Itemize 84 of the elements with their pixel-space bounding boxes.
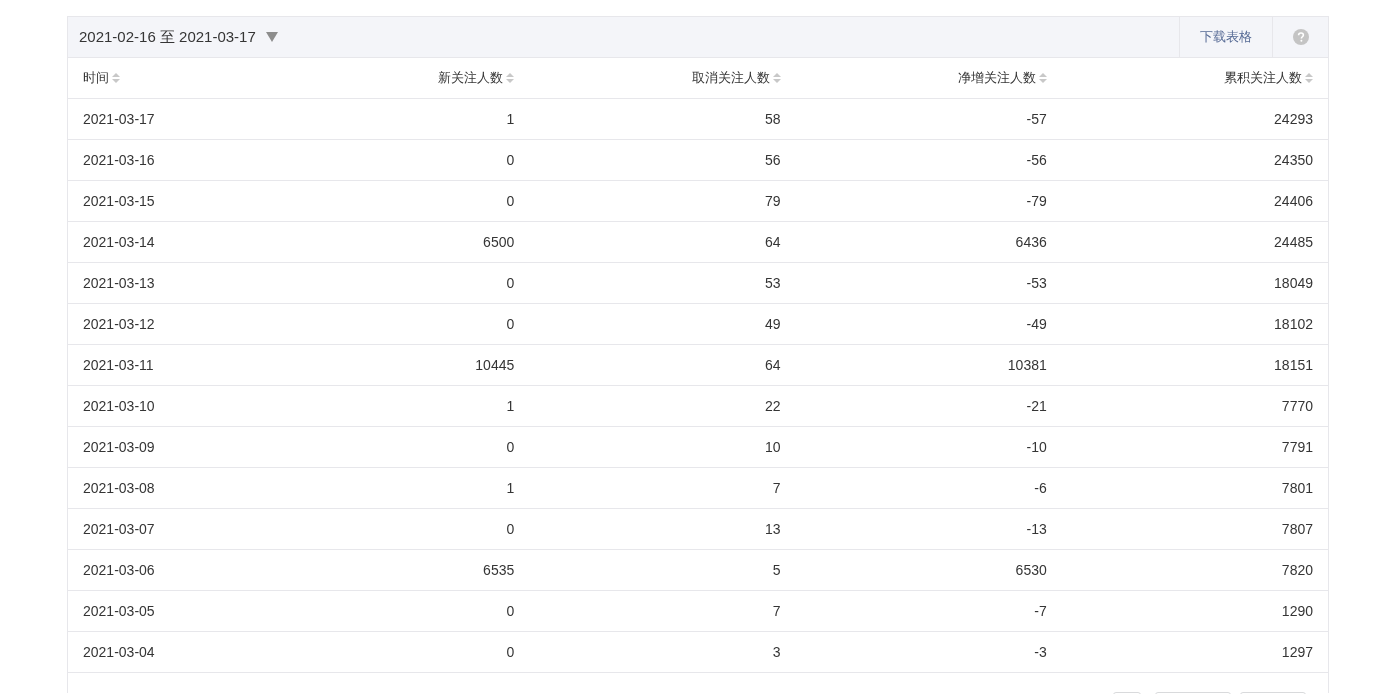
- table-cell: -21: [1026, 397, 1047, 414]
- table-cell: 7801: [1281, 479, 1313, 496]
- table-cell: 7820: [1281, 561, 1313, 578]
- column-header[interactable]: 净增关注人数: [957, 68, 1036, 88]
- table-cell: 64: [764, 233, 781, 250]
- table-cell: 18151: [1274, 356, 1313, 373]
- table-cell: 0: [506, 520, 515, 537]
- table-cell: 18049: [1274, 274, 1313, 291]
- sort-icon: [1038, 72, 1047, 84]
- table-cell: 53: [764, 274, 781, 291]
- table-cell: 7: [772, 479, 781, 496]
- column-header[interactable]: 新关注人数: [438, 68, 504, 88]
- table-cell: 1: [506, 479, 515, 496]
- table-cell: 22: [764, 397, 781, 414]
- table-cell: 24485: [1274, 233, 1313, 250]
- table-cell: 2021-03-09: [83, 438, 155, 455]
- table-cell: -10: [1026, 438, 1047, 455]
- table-cell: 2021-03-06: [83, 561, 155, 578]
- table-cell: 1297: [1281, 643, 1313, 660]
- table-cell: -13: [1026, 520, 1047, 537]
- table-cell: 0: [506, 192, 515, 209]
- table-cell: 1: [506, 110, 515, 127]
- table-cell: 2021-03-14: [83, 233, 155, 250]
- table-cell: 2021-03-12: [83, 315, 155, 332]
- column-header[interactable]: 累积关注人数: [1224, 68, 1302, 88]
- sort-icon: [1305, 72, 1313, 84]
- table-cell: 2021-03-15: [83, 192, 155, 209]
- table-cell: 49: [764, 315, 781, 332]
- sort-icon: [772, 72, 781, 84]
- table-cell: 10445: [475, 356, 515, 373]
- table-cell: 2021-03-04: [83, 643, 155, 660]
- table-cell: 7791: [1281, 438, 1313, 455]
- table-cell: 13: [764, 520, 781, 537]
- table-cell: -53: [1026, 274, 1047, 291]
- table-cell: 56: [764, 151, 781, 168]
- table-cell: 5: [772, 561, 781, 578]
- column-header[interactable]: 时间: [83, 68, 109, 88]
- table-cell: 0: [506, 315, 515, 332]
- table-cell: -79: [1026, 192, 1047, 209]
- table-cell: 2021-03-07: [83, 520, 155, 537]
- table-cell: 2021-03-10: [83, 397, 155, 414]
- download-link[interactable]: 下载表格: [1179, 17, 1272, 57]
- table-cell: 2021-03-16: [83, 151, 155, 168]
- table-cell: 6436: [1015, 233, 1047, 250]
- table-cell: 24406: [1274, 192, 1313, 209]
- table-cell: 2021-03-05: [83, 602, 155, 619]
- table-cell: 1290: [1281, 602, 1313, 619]
- table-cell: 24293: [1274, 110, 1313, 127]
- table-cell: 6535: [483, 561, 515, 578]
- table-cell: -49: [1026, 315, 1047, 332]
- table-cell: 79: [764, 192, 781, 209]
- table-cell: -56: [1026, 151, 1047, 168]
- table-cell: 10381: [1007, 356, 1047, 373]
- sort-icon: [112, 72, 120, 84]
- date-range-dropdown[interactable]: 2021-02-16 至 2021-03-17: [68, 17, 278, 57]
- table-cell: 58: [764, 110, 781, 127]
- sort-icon: [506, 72, 515, 84]
- table-cell: 2021-03-11: [83, 356, 154, 373]
- table-cell: -3: [1034, 643, 1047, 660]
- table-cell: 64: [764, 356, 781, 373]
- table-cell: 0: [506, 602, 515, 619]
- help-icon[interactable]: [1292, 29, 1309, 45]
- table-cell: 6500: [483, 233, 515, 250]
- table-cell: -57: [1026, 110, 1047, 127]
- table-cell: 0: [506, 643, 515, 660]
- table-cell: 10: [764, 438, 781, 455]
- table-cell: 0: [506, 151, 515, 168]
- table-cell: 2021-03-08: [83, 479, 155, 496]
- table-cell: 7770: [1281, 397, 1313, 414]
- table-cell: 0: [506, 438, 515, 455]
- table-cell: 2021-03-13: [83, 274, 155, 291]
- caret-icon: [265, 32, 278, 42]
- table-cell: 7: [772, 602, 781, 619]
- table-cell: 0: [506, 274, 515, 291]
- table-cell: 3: [772, 643, 781, 660]
- table-cell: -7: [1034, 602, 1047, 619]
- table-cell: 18102: [1274, 315, 1313, 332]
- table-cell: 7807: [1281, 520, 1313, 537]
- table-cell: 24350: [1274, 151, 1313, 168]
- table-cell: 2021-03-17: [83, 110, 155, 127]
- column-header[interactable]: 取消关注人数: [691, 68, 770, 88]
- table-cell: -6: [1034, 479, 1047, 496]
- table-cell: 1: [506, 397, 515, 414]
- table-cell: 6530: [1015, 561, 1047, 578]
